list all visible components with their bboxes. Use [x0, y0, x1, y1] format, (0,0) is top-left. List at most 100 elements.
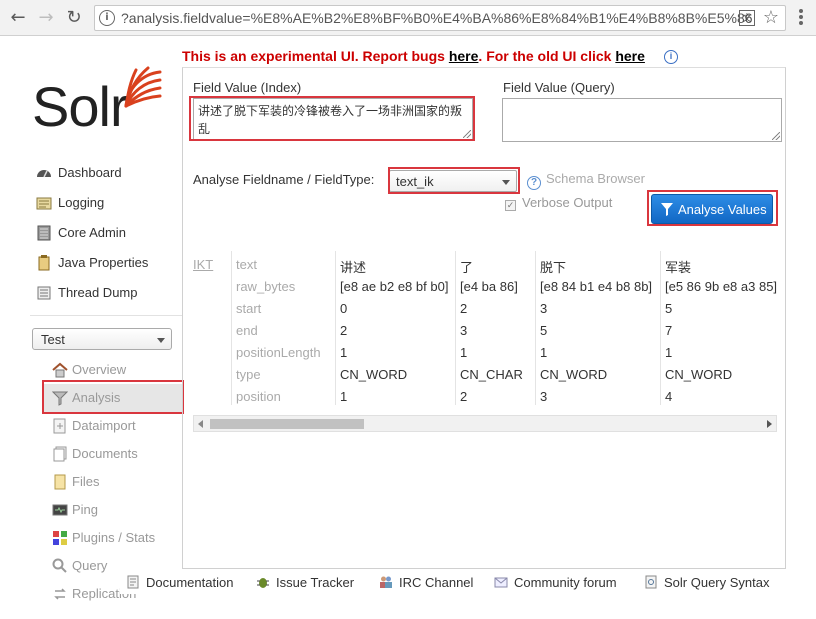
scroll-right-icon[interactable]	[767, 420, 772, 428]
warning-middle: . For the old UI click	[478, 48, 616, 64]
info-icon[interactable]: i	[664, 50, 678, 64]
index-field-label: Field Value (Index)	[193, 80, 302, 95]
token-raw-bytes: [e4 ba 86]	[460, 279, 518, 294]
token-start: 5	[665, 301, 673, 316]
footer-label: Solr Query Syntax	[664, 575, 770, 590]
back-arrow-icon[interactable]: ←	[6, 6, 30, 30]
home-icon	[52, 362, 68, 378]
token-raw-bytes: [e8 ae b2 e8 bf b0]	[340, 279, 449, 294]
core-selector-value: Test	[41, 332, 65, 347]
query-field-input[interactable]	[502, 98, 782, 142]
verbose-output-toggle[interactable]: ✓ Verbose Output	[505, 195, 612, 211]
sidebar-divider	[30, 315, 182, 316]
footer-label: Community forum	[514, 575, 617, 590]
token-type: CN_CHAR	[460, 367, 523, 382]
schema-browser-link[interactable]: ? Schema Browser	[527, 171, 645, 190]
token-position: 3	[540, 389, 548, 404]
token-position-length: 1	[460, 345, 468, 360]
token-text: 了	[460, 260, 474, 275]
footer-community-forum[interactable]: Community forum	[494, 575, 617, 590]
token-end: 2	[340, 323, 348, 338]
tokenizer-name[interactable]: IKT	[193, 257, 213, 272]
token-text: 脱下	[540, 260, 567, 275]
token-end: 7	[665, 323, 673, 338]
mail-icon	[494, 577, 508, 588]
core-item-dataimport[interactable]: Dataimport	[44, 412, 182, 440]
footer-issue-tracker[interactable]: Issue Tracker	[256, 575, 354, 590]
token-column: 讲述 [e8 ae b2 e8 bf b0] 0 2 1 CN_WORD 1	[335, 251, 455, 405]
bookmark-star-icon[interactable]: ☆	[763, 7, 779, 28]
token-end: 3	[460, 323, 468, 338]
analysis-highlight	[42, 380, 184, 414]
analysis-results-table: IKT text raw_bytes start end positionLen…	[193, 251, 777, 421]
site-info-icon[interactable]: i	[99, 10, 115, 26]
footer-links: Documentation Issue Tracker IRC Channel …	[120, 572, 800, 594]
token-start: 0	[340, 301, 348, 316]
sidebar-item-dashboard[interactable]: Dashboard	[30, 158, 182, 188]
sidebar-item-java-properties[interactable]: Java Properties	[30, 248, 182, 278]
solr-logo[interactable]: Solr	[30, 62, 165, 138]
query-syntax-icon	[645, 575, 657, 589]
logging-icon	[36, 197, 52, 210]
plugins-icon	[53, 531, 67, 545]
token-type: CN_WORD	[540, 367, 608, 382]
token-position: 1	[340, 389, 348, 404]
sidebar-item-label: Core Admin	[58, 225, 126, 240]
core-admin-icon	[37, 225, 51, 241]
sidebar-item-core-admin[interactable]: Core Admin	[30, 218, 182, 248]
dataimport-icon	[53, 418, 66, 434]
sidebar-item-logging[interactable]: Logging	[30, 188, 182, 218]
address-bar[interactable]: i ?analysis.fieldvalue=%E8%AE%B2%E8%BF%B…	[94, 5, 786, 31]
token-column: 军装 [e5 86 9b e8 a3 85] 5 7 1 CN_WORD 4	[660, 251, 777, 405]
sidebar-item-label: Java Properties	[58, 255, 149, 270]
url-text[interactable]: ?analysis.fieldvalue=%E8%AE%B2%E8%BF%B0%…	[121, 10, 753, 26]
resize-grip-icon[interactable]	[772, 132, 780, 140]
horizontal-scrollbar[interactable]	[193, 415, 777, 432]
core-item-files[interactable]: Files	[44, 468, 182, 496]
attribute-column: text raw_bytes start end positionLength …	[231, 251, 335, 405]
footer-label: IRC Channel	[399, 575, 474, 590]
query-field-label: Field Value (Query)	[503, 80, 615, 95]
documentation-icon	[127, 575, 139, 589]
analysis-panel: Field Value (Index) 讲述了脱下军装的冷锋被卷入了一场非洲国家…	[182, 67, 786, 569]
token-position: 4	[665, 389, 673, 404]
fieldtype-highlight	[388, 167, 520, 194]
token-start: 2	[460, 301, 468, 316]
replication-icon	[54, 588, 66, 600]
scroll-left-icon[interactable]	[198, 420, 203, 428]
token-type: CN_WORD	[665, 367, 733, 382]
footer-irc-channel[interactable]: IRC Channel	[379, 575, 473, 590]
translate-icon[interactable]: 文	[739, 10, 755, 26]
token-position: 2	[460, 389, 468, 404]
query-icon	[52, 558, 67, 573]
forward-arrow-icon[interactable]: →	[34, 6, 58, 30]
reload-icon[interactable]: ↻	[62, 6, 86, 30]
core-item-plugins-stats[interactable]: Plugins / Stats	[44, 524, 182, 552]
sidebar-item-label: Thread Dump	[58, 285, 138, 300]
old-ui-link[interactable]: here	[615, 48, 645, 64]
attr-start: start	[236, 301, 262, 316]
core-item-label: Query	[72, 558, 108, 573]
scrollbar-thumb[interactable]	[210, 419, 364, 429]
sidebar-item-thread-dump[interactable]: Thread Dump	[30, 278, 182, 308]
token-type: CN_WORD	[340, 367, 408, 382]
verbose-checkbox[interactable]: ✓	[505, 200, 516, 211]
core-item-documents[interactable]: Documents	[44, 440, 182, 468]
token-start: 3	[540, 301, 548, 316]
report-bugs-link[interactable]: here	[449, 48, 479, 64]
token-text: 讲述	[340, 260, 367, 275]
footer-documentation[interactable]: Documentation	[126, 575, 233, 590]
browser-menu-icon[interactable]	[793, 8, 809, 28]
core-selector[interactable]: Test	[32, 328, 172, 350]
attr-end: end	[236, 323, 258, 338]
footer-solr-query-syntax[interactable]: Solr Query Syntax	[644, 575, 770, 590]
token-column: 脱下 [e8 84 b1 e4 b8 8b] 3 5 1 CN_WORD 3	[535, 251, 660, 405]
token-position-length: 1	[540, 345, 548, 360]
analyse-button-highlight	[647, 190, 778, 226]
token-end: 5	[540, 323, 548, 338]
core-item-ping[interactable]: Ping	[44, 496, 182, 524]
browser-toolbar: ← → ↻ i ?analysis.fieldvalue=%E8%AE%B2%E…	[0, 0, 816, 36]
token-column: 了 [e4 ba 86] 2 3 1 CN_CHAR 2	[455, 251, 535, 405]
logo-text: Solr	[32, 75, 129, 138]
documents-icon	[53, 446, 67, 462]
